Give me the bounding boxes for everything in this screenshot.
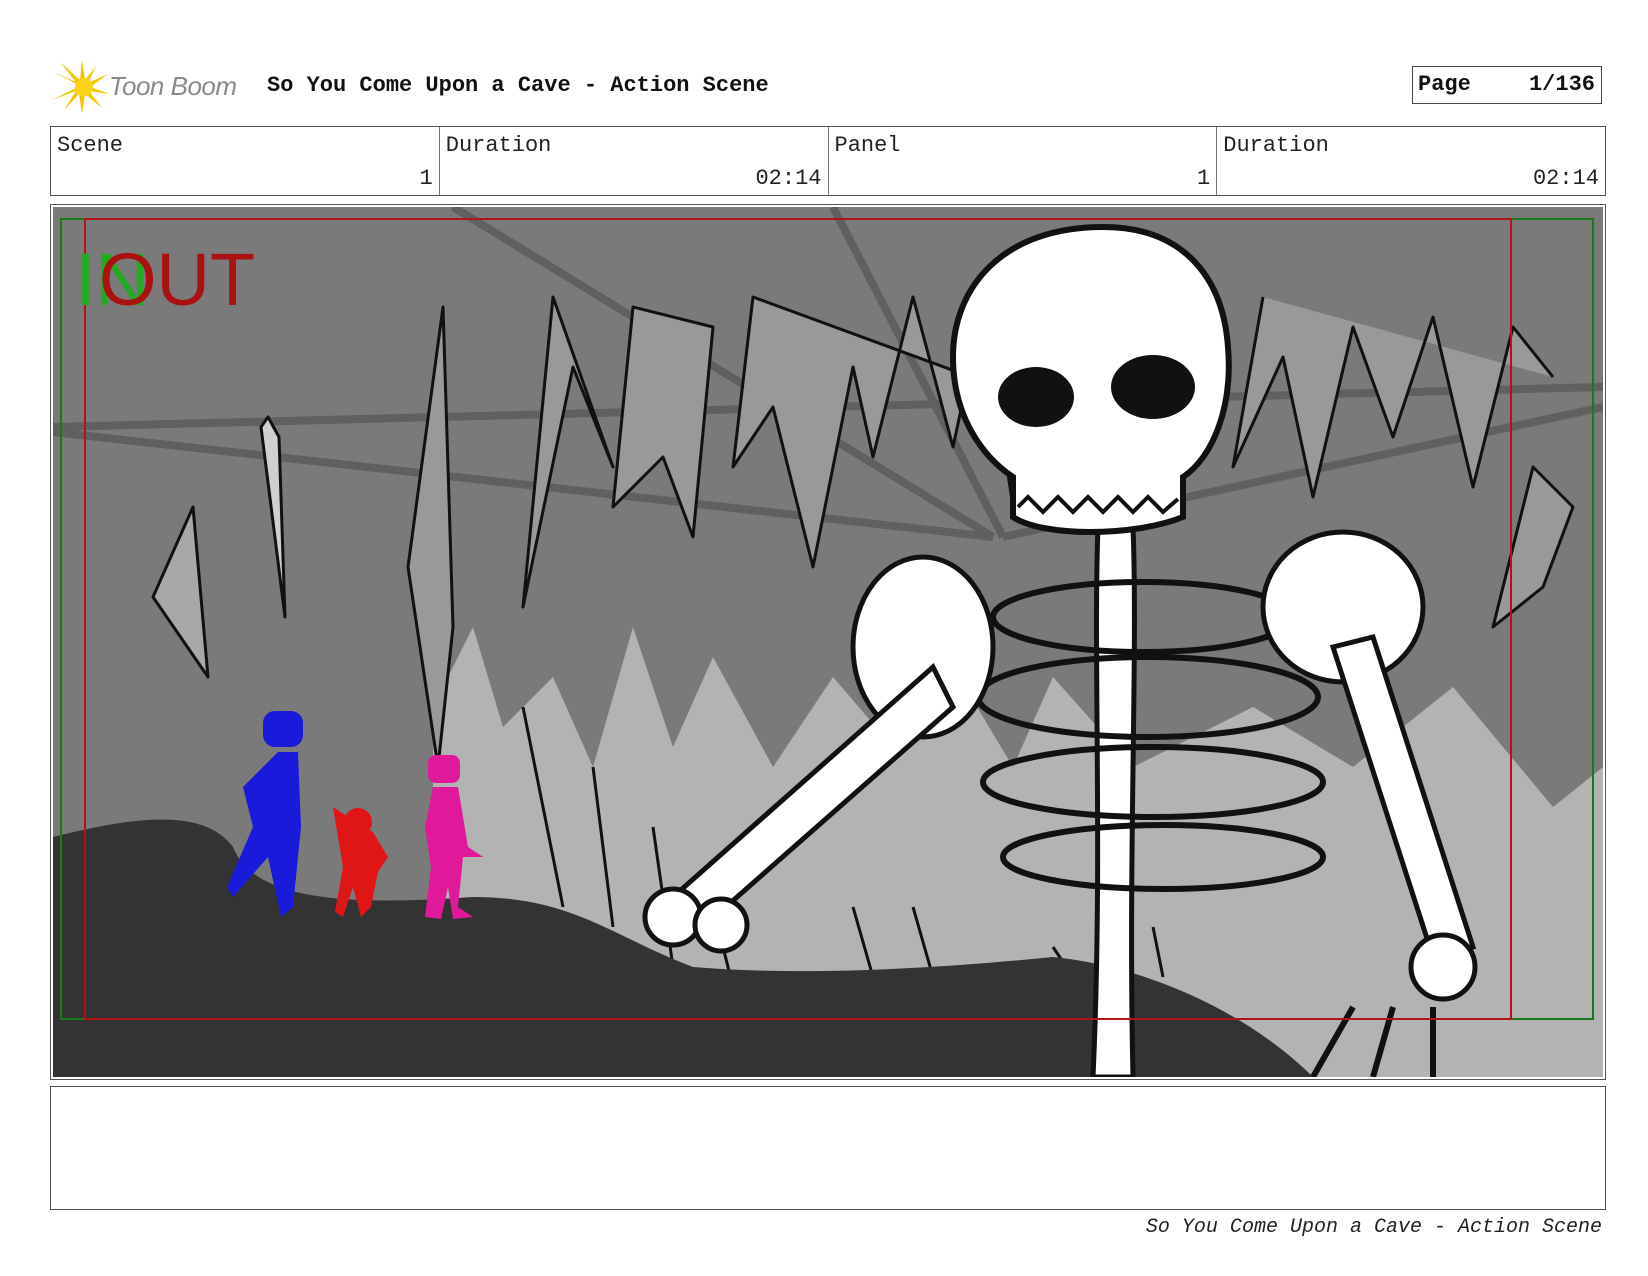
panel-duration-value: 02:14 <box>1532 166 1599 191</box>
page-value: 1/136 <box>1528 72 1595 97</box>
panel-notes[interactable] <box>50 1086 1606 1210</box>
skull-eye-right <box>1111 355 1195 419</box>
scene-cell: Scene 1 <box>51 127 440 195</box>
panel-label: Panel <box>834 133 901 158</box>
skull-eye-left <box>998 367 1074 427</box>
page-header: Toon Boom So You Come Upon a Cave - Acti… <box>50 58 1606 118</box>
page-indicator: Page 1/136 <box>1412 66 1602 104</box>
panel-value: 1 <box>1197 166 1211 191</box>
scene-duration-label: Duration <box>445 133 552 158</box>
scene-info-row: Scene 1 Duration 02:14 Panel 1 Duration … <box>50 126 1606 196</box>
storyboard-panel: IN OUT <box>50 204 1606 1080</box>
storyboard-title: So You Come Upon a Cave - Action Scene <box>267 73 769 98</box>
sunburst-icon <box>52 60 110 114</box>
logo-text: Toon Boom <box>109 71 237 101</box>
scene-value: 1 <box>419 166 433 191</box>
panel-cell: Panel 1 <box>829 127 1218 195</box>
out-marker-text: OUT <box>99 238 255 321</box>
panel-drawing: IN OUT <box>53 207 1603 1077</box>
panel-duration-label: Duration <box>1223 133 1329 158</box>
toon-boom-logo: Toon Boom <box>52 60 252 114</box>
scene-duration-cell: Duration 02:14 <box>440 127 829 195</box>
scene-label: Scene <box>57 133 124 158</box>
panel-duration-cell: Duration 02:14 <box>1217 127 1605 195</box>
page-label: Page <box>1418 72 1471 97</box>
scene-duration-value: 02:14 <box>755 166 822 191</box>
page-footer: So You Come Upon a Cave - Action Scene <box>1145 1216 1602 1239</box>
